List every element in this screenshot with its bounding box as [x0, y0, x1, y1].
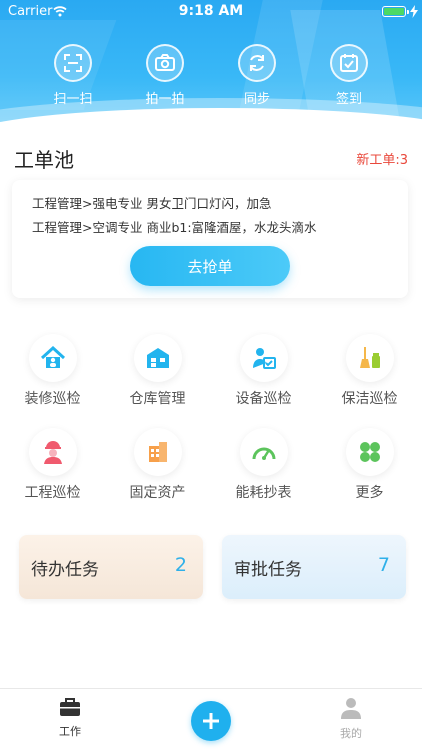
module-engineering-inspection[interactable]: 工程巡检 [0, 428, 105, 502]
gauge-icon [239, 428, 288, 476]
module-label: 装修巡检 [24, 391, 81, 407]
tab-mine-label: 我的 [340, 727, 362, 740]
engineer-icon [28, 428, 77, 476]
module-label: 设备巡检 [235, 391, 292, 407]
scan-icon [54, 44, 92, 82]
quick-photo-label: 拍一拍 [145, 92, 185, 107]
equipment-inspect-icon [239, 334, 288, 382]
header-banner: Carrier 9:18 AM 扫一扫 拍一拍 同步 签到 [0, 0, 422, 140]
module-warehouse[interactable]: 仓库管理 [105, 334, 210, 408]
grab-order-button[interactable]: 去抢单 [130, 246, 290, 286]
plus-icon [203, 713, 219, 729]
building-icon [133, 428, 182, 476]
clover-icon [345, 428, 394, 476]
module-cleaning-inspection[interactable]: 保洁巡检 [317, 334, 422, 408]
app-screen: Carrier 9:18 AM 扫一扫 拍一拍 同步 签到 工单池 新工单:3 … [0, 0, 422, 750]
approval-tasks-card[interactable]: 审批任务 7 [222, 535, 406, 599]
approval-tasks-label: 审批任务 [234, 560, 302, 580]
work-pool-card: 工程管理>强电专业 男女卫门口灯闪，加急 工程管理>空调专业 商业b1:富隆酒屋… [12, 180, 408, 298]
module-label: 更多 [355, 485, 384, 501]
module-equipment-inspection[interactable]: 设备巡检 [211, 334, 316, 408]
user-icon [341, 698, 361, 719]
todo-tasks-label: 待办任务 [31, 560, 99, 580]
new-orders-badge[interactable]: 新工单:3 [356, 149, 408, 168]
module-label: 能耗抄表 [235, 485, 292, 501]
broom-icon [345, 334, 394, 382]
work-order-item[interactable]: 工程管理>空调专业 商业b1:富隆酒屋，水龙头滴水 [32, 217, 317, 236]
battery-icon [382, 6, 409, 17]
tab-work-label: 工作 [59, 725, 81, 738]
module-label: 仓库管理 [129, 391, 186, 407]
tab-work[interactable]: 工作 [40, 697, 100, 739]
module-decoration-inspection[interactable]: 装修巡检 [0, 334, 105, 408]
approval-tasks-count: 7 [377, 554, 390, 576]
quick-sync-button[interactable]: 同步 [217, 44, 297, 107]
clock: 9:18 AM [178, 3, 244, 19]
module-label: 保洁巡检 [341, 391, 398, 407]
module-fixed-assets[interactable]: 固定资产 [105, 428, 210, 502]
camera-icon [146, 44, 184, 82]
work-pool-title: 工单池 [14, 148, 74, 172]
quick-photo-button[interactable]: 拍一拍 [125, 44, 205, 107]
quick-actions: 扫一扫 拍一拍 同步 签到 [0, 44, 422, 108]
quick-scan-label: 扫一扫 [53, 92, 93, 107]
briefcase-icon [60, 698, 80, 716]
tab-bar: 工作 我的 [0, 688, 422, 750]
calendar-check-icon [330, 44, 368, 82]
module-energy-meter[interactable]: 能耗抄表 [211, 428, 316, 502]
quick-checkin-label: 签到 [335, 92, 362, 107]
charging-icon [410, 5, 418, 18]
warehouse-icon [133, 334, 182, 382]
quick-sync-label: 同步 [243, 92, 270, 107]
todo-tasks-count: 2 [174, 554, 187, 576]
work-order-item[interactable]: 工程管理>强电专业 男女卫门口灯闪，加急 [32, 193, 271, 212]
module-more[interactable]: 更多 [317, 428, 422, 502]
todo-tasks-card[interactable]: 待办任务 2 [19, 535, 203, 599]
status-bar: Carrier 9:18 AM [0, 0, 422, 24]
module-label: 固定资产 [129, 485, 186, 501]
add-button[interactable] [191, 701, 231, 741]
house-icon [28, 334, 77, 382]
tab-mine[interactable]: 我的 [321, 697, 381, 741]
module-label: 工程巡检 [24, 485, 81, 501]
sync-icon [238, 44, 276, 82]
quick-checkin-button[interactable]: 签到 [309, 44, 389, 107]
quick-scan-button[interactable]: 扫一扫 [33, 44, 113, 107]
